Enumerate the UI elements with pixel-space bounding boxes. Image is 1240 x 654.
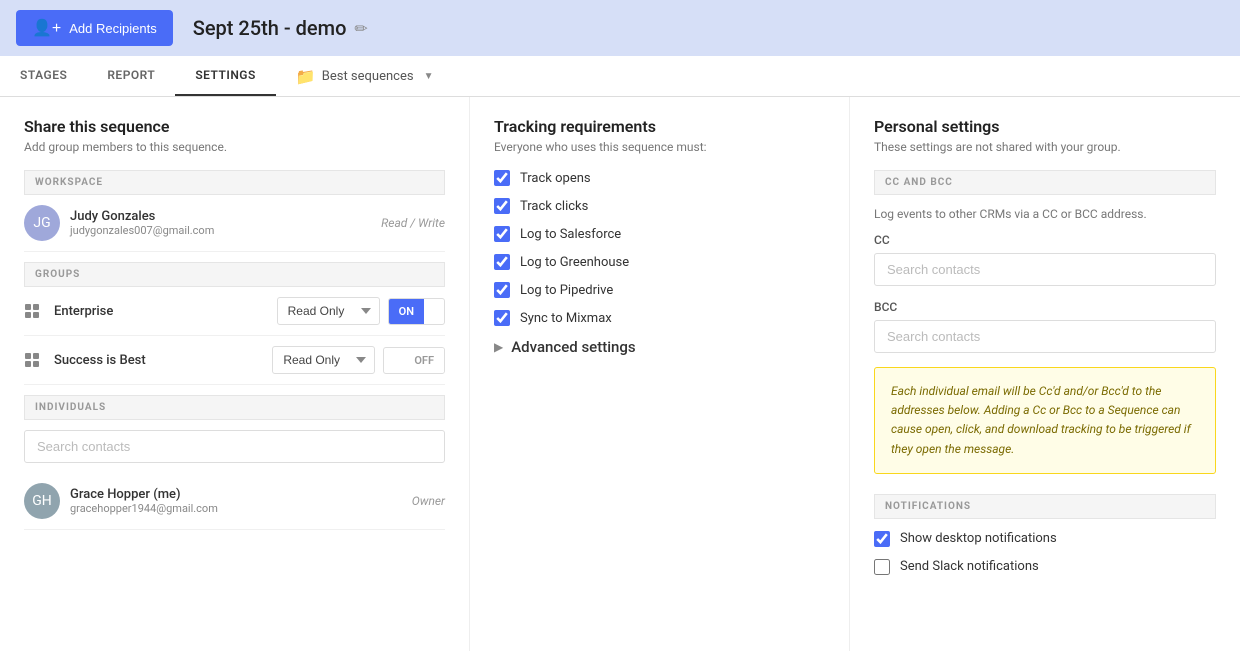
success-permission-select[interactable]: Read Only Read / Write bbox=[272, 346, 375, 374]
toggle-on-btn[interactable]: ON bbox=[389, 299, 424, 324]
add-recipients-button[interactable]: 👤+ Add Recipients bbox=[16, 10, 173, 46]
member-email: judygonzales007@gmail.com bbox=[70, 224, 381, 237]
folder-icon: 📁 bbox=[296, 67, 316, 86]
grace-hopper-info: Grace Hopper (me) gracehopper1944@gmail.… bbox=[70, 487, 412, 515]
track-opens-checkbox[interactable] bbox=[494, 170, 510, 186]
log-pipedrive-row: Log to Pipedrive bbox=[494, 282, 825, 298]
arrow-right-icon: ▶ bbox=[494, 340, 503, 354]
grace-hopper-role: Owner bbox=[412, 494, 445, 508]
avatar: JG bbox=[24, 205, 60, 241]
sync-mixmax-row: Sync to Mixmax bbox=[494, 310, 825, 326]
edit-icon[interactable]: ✏ bbox=[354, 19, 367, 38]
slack-notif-label: Send Slack notifications bbox=[900, 559, 1039, 574]
bcc-label: BCC bbox=[874, 300, 1216, 314]
track-opens-row: Track opens bbox=[494, 170, 825, 186]
log-pipedrive-checkbox[interactable] bbox=[494, 282, 510, 298]
individuals-header: INDIVIDUALS bbox=[24, 395, 445, 420]
success-toggle[interactable]: OFF bbox=[383, 347, 445, 374]
log-greenhouse-checkbox[interactable] bbox=[494, 254, 510, 270]
personal-settings-section: Personal settings These settings are not… bbox=[850, 97, 1240, 651]
chevron-down-icon: ▼ bbox=[424, 71, 434, 82]
cc-bcc-desc: Log events to other CRMs via a CC or BCC… bbox=[874, 207, 1216, 221]
enterprise-permission-select[interactable]: Read Only Read / Write bbox=[277, 297, 380, 325]
share-title: Share this sequence bbox=[24, 117, 445, 136]
individuals-search-input[interactable] bbox=[24, 430, 445, 463]
group-success-row: Success is Best Read Only Read / Write O… bbox=[24, 336, 445, 385]
tracking-section: Tracking requirements Everyone who uses … bbox=[470, 97, 850, 651]
sync-mixmax-checkbox[interactable] bbox=[494, 310, 510, 326]
log-salesforce-label: Log to Salesforce bbox=[520, 227, 621, 242]
track-clicks-checkbox[interactable] bbox=[494, 198, 510, 214]
log-pipedrive-label: Log to Pipedrive bbox=[520, 283, 613, 298]
group-enterprise-row: Enterprise Read Only Read / Write ON bbox=[24, 287, 445, 336]
track-clicks-row: Track clicks bbox=[494, 198, 825, 214]
group-success-name: Success is Best bbox=[54, 353, 272, 368]
workspace-header: WORKSPACE bbox=[24, 170, 445, 195]
notifications-section: NOTIFICATIONS Show desktop notifications… bbox=[874, 494, 1216, 575]
notifications-header: NOTIFICATIONS bbox=[874, 494, 1216, 519]
tab-report[interactable]: REPORT bbox=[87, 56, 175, 96]
personal-title: Personal settings bbox=[874, 117, 1216, 136]
groups-header: GROUPS bbox=[24, 262, 445, 287]
cc-bcc-header: CC AND BCC bbox=[874, 170, 1216, 195]
tab-settings[interactable]: SETTINGS bbox=[175, 56, 276, 96]
personal-desc: These settings are not shared with your … bbox=[874, 140, 1216, 154]
tracking-desc: Everyone who uses this sequence must: bbox=[494, 140, 825, 154]
member-info: Judy Gonzales judygonzales007@gmail.com bbox=[70, 209, 381, 237]
desktop-notif-checkbox[interactable] bbox=[874, 531, 890, 547]
cc-bcc-warning: Each individual email will be Cc'd and/o… bbox=[874, 367, 1216, 474]
advanced-settings-label: Advanced settings bbox=[511, 338, 635, 356]
member-role: Read / Write bbox=[381, 216, 445, 230]
tab-folder[interactable]: 📁 Best sequences ▼ bbox=[280, 59, 450, 94]
track-opens-label: Track opens bbox=[520, 171, 591, 186]
slack-notif-checkbox[interactable] bbox=[874, 559, 890, 575]
grace-hopper-email: gracehopper1944@gmail.com bbox=[70, 502, 412, 515]
sequence-title: Sept 25th - demo ✏ bbox=[193, 16, 368, 40]
log-salesforce-checkbox[interactable] bbox=[494, 226, 510, 242]
log-greenhouse-label: Log to Greenhouse bbox=[520, 255, 629, 270]
share-desc: Add group members to this sequence. bbox=[24, 140, 445, 154]
group-enterprise-name: Enterprise bbox=[54, 304, 277, 319]
main-content: Share this sequence Add group members to… bbox=[0, 97, 1240, 651]
track-clicks-label: Track clicks bbox=[520, 199, 588, 214]
advanced-settings-toggle[interactable]: ▶ Advanced settings bbox=[494, 338, 825, 356]
toggle-on-btn-2[interactable] bbox=[384, 354, 404, 366]
app-header: 👤+ Add Recipients Sept 25th - demo ✏ bbox=[0, 0, 1240, 56]
slack-notif-row: Send Slack notifications bbox=[874, 559, 1216, 575]
grid-icon bbox=[24, 301, 44, 321]
toggle-off-btn[interactable] bbox=[424, 305, 444, 317]
grace-hopper-name: Grace Hopper (me) bbox=[70, 487, 412, 502]
desktop-notif-label: Show desktop notifications bbox=[900, 531, 1057, 546]
cc-search-input[interactable] bbox=[874, 253, 1216, 286]
share-section: Share this sequence Add group members to… bbox=[0, 97, 470, 651]
log-greenhouse-row: Log to Greenhouse bbox=[494, 254, 825, 270]
log-salesforce-row: Log to Salesforce bbox=[494, 226, 825, 242]
bcc-search-input[interactable] bbox=[874, 320, 1216, 353]
sync-mixmax-label: Sync to Mixmax bbox=[520, 311, 612, 326]
person-add-icon: 👤+ bbox=[32, 18, 61, 38]
tracking-title: Tracking requirements bbox=[494, 117, 825, 136]
grid-icon-2 bbox=[24, 350, 44, 370]
tab-stages[interactable]: STAGES bbox=[0, 56, 87, 96]
cc-label: CC bbox=[874, 233, 1216, 247]
individual-member-row: GH Grace Hopper (me) gracehopper1944@gma… bbox=[24, 473, 445, 530]
grace-hopper-avatar: GH bbox=[24, 483, 60, 519]
toggle-off-btn-2[interactable]: OFF bbox=[404, 348, 444, 373]
tab-bar: STAGES REPORT SETTINGS 📁 Best sequences … bbox=[0, 56, 1240, 97]
member-name: Judy Gonzales bbox=[70, 209, 381, 224]
workspace-member-row: JG Judy Gonzales judygonzales007@gmail.c… bbox=[24, 195, 445, 252]
desktop-notif-row: Show desktop notifications bbox=[874, 531, 1216, 547]
enterprise-toggle[interactable]: ON bbox=[388, 298, 445, 325]
